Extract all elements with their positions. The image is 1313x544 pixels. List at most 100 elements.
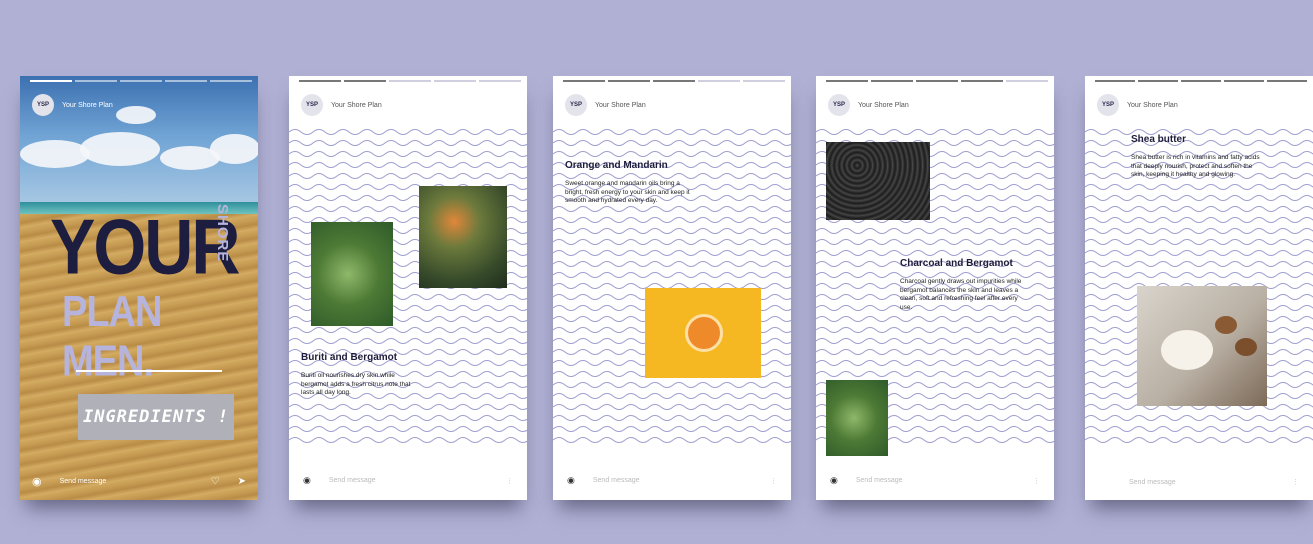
story-header[interactable]: YSP Your Shore Plan xyxy=(32,94,113,116)
wave-line xyxy=(816,250,1054,256)
wave-line xyxy=(1085,415,1313,421)
story-progress xyxy=(563,80,785,82)
wave-line xyxy=(816,349,1054,355)
shea-butter-photo xyxy=(1137,286,1267,406)
story-header[interactable]: YSP Your Shore Plan xyxy=(828,94,909,116)
wave-line xyxy=(553,239,791,245)
username[interactable]: Your Shore Plan xyxy=(331,102,382,109)
story-progress xyxy=(30,80,252,82)
reply-input[interactable]: Send message xyxy=(593,477,640,484)
reply-input[interactable]: Send message xyxy=(60,478,107,485)
wave-line xyxy=(553,404,791,410)
bergamot-tree-photo xyxy=(419,186,507,288)
story-card-cover[interactable]: YSP Your Shore Plan YOUR SHORE PLAN MEN.… xyxy=(20,76,258,500)
buriti-plant-photo xyxy=(311,222,393,326)
reply-input[interactable]: Send message xyxy=(1129,479,1176,486)
wave-line xyxy=(289,140,527,146)
ingredients-button[interactable]: INGREDIENTS ! xyxy=(78,394,234,440)
send-icon[interactable]: ➤ xyxy=(238,476,246,487)
story-footer: Send message ⋮ xyxy=(1099,478,1299,487)
wave-line xyxy=(553,140,791,146)
cloud xyxy=(116,106,156,124)
wave-line xyxy=(289,338,527,344)
story-footer: ◉ Send message ⋮ xyxy=(567,475,777,486)
more-icon[interactable]: ⋮ xyxy=(1292,478,1299,486)
wave-line xyxy=(553,217,791,223)
headline-plan-men: PLAN MEN. xyxy=(62,288,162,386)
story-header[interactable]: YSP Your Shore Plan xyxy=(565,94,646,116)
wave-line xyxy=(1085,184,1313,190)
wave-line xyxy=(1085,261,1313,267)
story-body: Sweet orange and mandarin oils bring a b… xyxy=(565,180,690,204)
orange-slice xyxy=(685,314,723,352)
more-icon[interactable]: ⋮ xyxy=(506,477,513,485)
wave-line xyxy=(816,338,1054,344)
reply-input[interactable]: Send message xyxy=(856,477,903,484)
story-body: Shea butter is rich in vitamins and fatt… xyxy=(1131,154,1260,178)
story-footer: ◉ Send message ⋮ xyxy=(830,475,1040,486)
wave-line xyxy=(1085,228,1313,234)
story-title: Shea butter xyxy=(1131,134,1187,145)
wave-line xyxy=(289,327,527,333)
wave-line xyxy=(553,151,791,157)
story-progress xyxy=(826,80,1048,82)
camera-icon[interactable]: ◉ xyxy=(830,475,838,486)
wave-line xyxy=(289,129,527,135)
wave-line xyxy=(553,129,791,135)
avatar[interactable]: YSP xyxy=(565,94,587,116)
reply-input[interactable]: Send message xyxy=(329,477,376,484)
wave-line xyxy=(1085,426,1313,432)
shea-butter xyxy=(1161,330,1213,370)
wave-line xyxy=(1085,437,1313,443)
wave-line xyxy=(553,382,791,388)
wave-line xyxy=(553,173,791,179)
camera-icon[interactable]: ◉ xyxy=(567,475,575,486)
wave-line xyxy=(289,173,527,179)
avatar[interactable]: YSP xyxy=(32,94,54,116)
wave-line xyxy=(816,360,1054,366)
camera-icon[interactable]: ◉ xyxy=(32,475,42,488)
heart-icon[interactable]: ♡ xyxy=(211,476,220,487)
story-card-orange[interactable]: YSP Your Shore Plan Orange and Mandarin … xyxy=(553,76,791,500)
camera-icon[interactable]: ◉ xyxy=(303,475,311,486)
wave-line xyxy=(553,272,791,278)
wave-line xyxy=(553,393,791,399)
wave-line xyxy=(553,437,791,443)
wave-line xyxy=(289,404,527,410)
avatar[interactable]: YSP xyxy=(1097,94,1119,116)
story-card-buriti[interactable]: YSP Your Shore Plan Buriti and Bergamot … xyxy=(289,76,527,500)
wave-line xyxy=(553,250,791,256)
charcoal-photo xyxy=(826,142,930,220)
wave-line xyxy=(1085,195,1313,201)
avatar[interactable]: YSP xyxy=(828,94,850,116)
more-icon[interactable]: ⋮ xyxy=(1033,477,1040,485)
wave-line xyxy=(289,426,527,432)
username[interactable]: Your Shore Plan xyxy=(858,102,909,109)
divider xyxy=(76,370,222,372)
headline-your: YOUR xyxy=(50,203,240,291)
wave-line xyxy=(1085,239,1313,245)
wave-line xyxy=(816,371,1054,377)
username[interactable]: Your Shore Plan xyxy=(1127,102,1178,109)
story-title: Orange and Mandarin xyxy=(565,160,668,171)
wave-line xyxy=(553,228,791,234)
wave-line xyxy=(1085,272,1313,278)
bergamot-plant-photo xyxy=(826,380,888,456)
wave-line xyxy=(816,327,1054,333)
story-header[interactable]: YSP Your Shore Plan xyxy=(301,94,382,116)
more-icon[interactable]: ⋮ xyxy=(770,477,777,485)
wave-line xyxy=(289,415,527,421)
avatar[interactable]: YSP xyxy=(301,94,323,116)
wave-line xyxy=(553,426,791,432)
username[interactable]: Your Shore Plan xyxy=(62,102,113,109)
username[interactable]: Your Shore Plan xyxy=(595,102,646,109)
story-card-shea[interactable]: YSP Your Shore Plan Shea butter Shea but… xyxy=(1085,76,1313,500)
story-card-charcoal[interactable]: YSP Your Shore Plan Charcoal and Bergamo… xyxy=(816,76,1054,500)
shea-nut xyxy=(1235,338,1257,356)
wave-line xyxy=(1085,217,1313,223)
wave-line xyxy=(1085,250,1313,256)
cloud xyxy=(210,134,258,164)
story-header[interactable]: YSP Your Shore Plan xyxy=(1097,94,1178,116)
wave-line xyxy=(289,162,527,168)
wave-line xyxy=(289,437,527,443)
